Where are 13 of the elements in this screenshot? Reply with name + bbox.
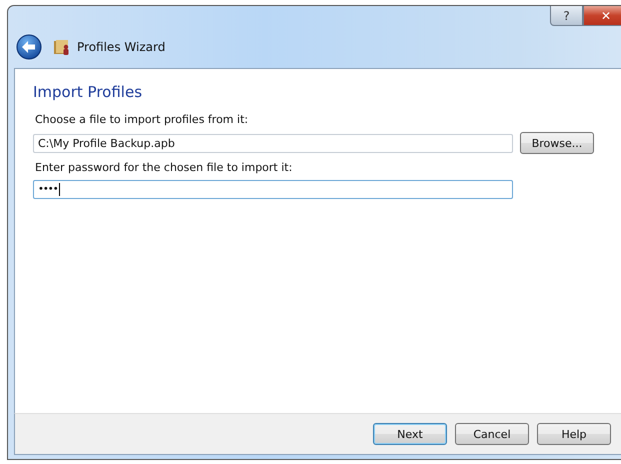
close-button[interactable]: ✕ bbox=[583, 6, 621, 26]
page-heading: Import Profiles bbox=[33, 83, 144, 101]
password-field[interactable]: •••• bbox=[33, 180, 513, 199]
dialog-button[interactable]: Next bbox=[373, 423, 447, 445]
field-label: Choose a file to import profiles from it: bbox=[35, 113, 250, 126]
window-title: Profiles Wizard bbox=[77, 40, 166, 54]
browse-button[interactable]: Browse... bbox=[520, 132, 594, 154]
field-label: Enter password for the chosen file to import it: bbox=[35, 161, 294, 174]
help-button[interactable]: ? bbox=[550, 6, 583, 26]
input-field[interactable]: C:\My Profile Backup.apb bbox=[33, 134, 513, 152]
dialog-button[interactable]: Help bbox=[537, 423, 611, 445]
folder-person-icon bbox=[53, 38, 71, 56]
dialog-button[interactable]: Cancel bbox=[455, 423, 529, 445]
